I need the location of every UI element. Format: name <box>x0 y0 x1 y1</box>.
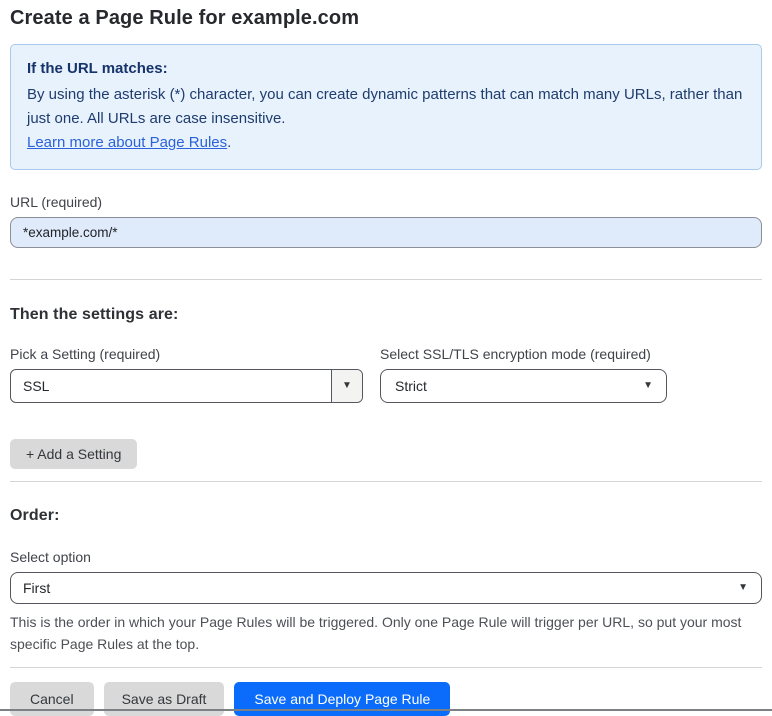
url-field-label: URL (required) <box>10 194 103 210</box>
divider <box>10 667 762 668</box>
order-select-value: First <box>23 580 51 596</box>
ssl-mode-label: Select SSL/TLS encryption mode (required… <box>380 346 651 362</box>
dropdown-arrow-well: ▼ <box>331 370 362 402</box>
settings-selects-row: SSL ▼ Strict ▼ <box>10 369 762 403</box>
pick-setting-select[interactable]: SSL ▼ <box>10 369 363 403</box>
pick-setting-label: Pick a Setting (required) <box>10 346 161 362</box>
url-match-info-box: If the URL matches: By using the asteris… <box>10 44 762 170</box>
divider <box>10 279 762 280</box>
learn-more-link[interactable]: Learn more about Page Rules <box>27 134 227 151</box>
order-help-text: This is the order in which your Page Rul… <box>10 614 742 652</box>
settings-section-heading: Then the settings are: <box>10 306 179 323</box>
ssl-mode-select[interactable]: Strict ▼ <box>380 369 667 403</box>
url-input[interactable] <box>10 217 762 248</box>
chevron-down-icon: ▼ <box>738 582 748 593</box>
order-select[interactable]: First ▼ <box>10 572 762 604</box>
pick-setting-value: SSL <box>23 378 50 394</box>
page-title: Create a Page Rule for example.com <box>10 7 360 29</box>
chevron-down-icon: ▼ <box>643 380 653 391</box>
divider <box>10 481 762 482</box>
link-suffix: . <box>227 134 232 151</box>
add-setting-button[interactable]: + Add a Setting <box>10 439 138 469</box>
settings-labels-row: Pick a Setting (required) Select SSL/TLS… <box>10 346 762 369</box>
page-rule-form: Create a Page Rule for example.com If th… <box>0 0 772 716</box>
info-box-heading: If the URL matches: <box>27 60 168 77</box>
ssl-mode-value: Strict <box>395 378 427 394</box>
info-link-line: Learn more about Page Rules. <box>27 131 745 155</box>
order-select-label: Select option <box>10 549 91 565</box>
chevron-down-icon: ▼ <box>342 380 352 391</box>
info-box-body: By using the asterisk (*) character, you… <box>27 86 743 127</box>
order-section-heading: Order: <box>10 507 60 524</box>
